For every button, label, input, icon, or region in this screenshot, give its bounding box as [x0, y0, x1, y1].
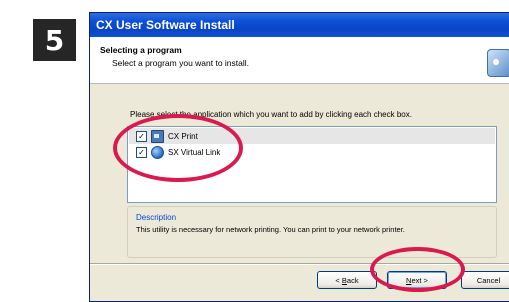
description-title: Description [136, 213, 177, 222]
wizard-header: Selecting a program Select a program you… [90, 37, 509, 84]
step-number-badge: 5 [33, 19, 76, 61]
header-subtitle: Select a program you want to install. [112, 58, 250, 68]
cancel-button[interactable]: Cancel [461, 271, 509, 289]
description-text: This utility is necessary for network pr… [136, 225, 405, 234]
highlight-ring-app-list [113, 114, 243, 182]
setup-icon [487, 49, 509, 77]
back-label: ack [346, 275, 359, 285]
back-prefix: < [335, 275, 340, 285]
highlight-ring-next-button [370, 247, 465, 292]
header-title: Selecting a program [100, 45, 182, 55]
back-button[interactable]: < Back [317, 271, 377, 289]
window-title: CX User Software Install [90, 13, 509, 37]
